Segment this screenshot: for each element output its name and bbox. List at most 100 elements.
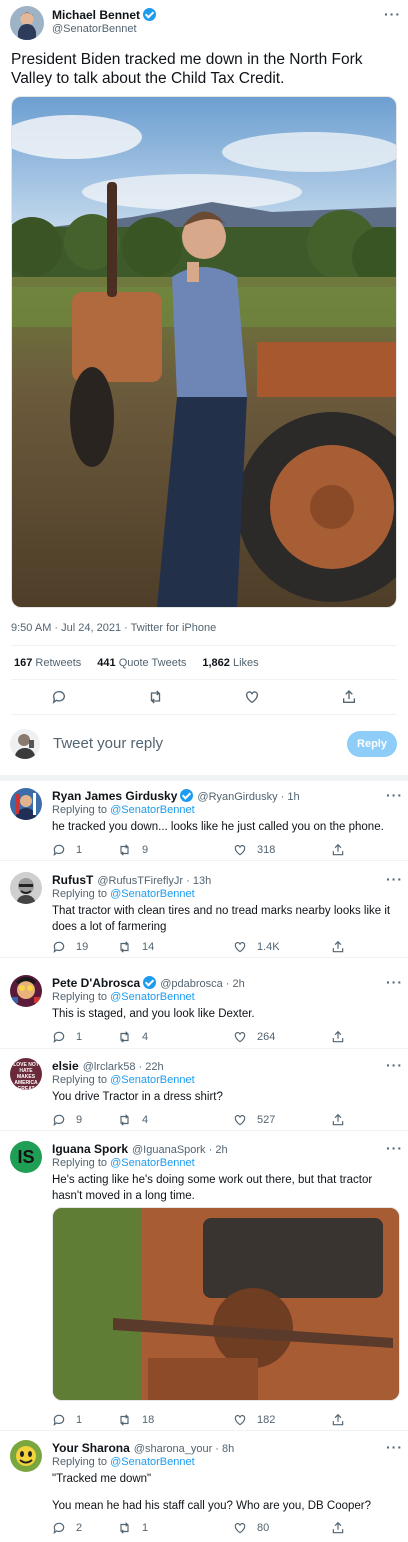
reply-icon — [52, 1413, 76, 1427]
reply-handle[interactable]: @RyanGirdusky · 1h — [197, 791, 299, 803]
replying-to-link[interactable]: @SenatorBennet — [110, 1456, 195, 1468]
like-action[interactable]: 182 — [233, 1413, 275, 1427]
reply-handle[interactable]: @IguanaSpork · 2h — [132, 1144, 228, 1156]
share-icon — [331, 1113, 355, 1127]
reply-action[interactable]: 1 — [52, 843, 82, 857]
retweet-count: 4 — [142, 1114, 149, 1126]
replying-to-prefix: Replying to — [52, 991, 111, 1003]
retweet-action[interactable]: 4 — [117, 1030, 148, 1044]
more-options-icon[interactable]: ··· — [386, 871, 403, 887]
reply-photo[interactable] — [52, 1207, 400, 1401]
like-action[interactable]: 318 — [233, 843, 275, 857]
retweet-action[interactable]: 1 — [117, 1521, 148, 1535]
reply-text: That tractor with clean tires and no tre… — [52, 905, 391, 933]
reply-header: Iguana Spork @IguanaSpork · 2h — [52, 1142, 228, 1156]
like-count: 318 — [257, 844, 276, 856]
likes-label: Likes — [232, 657, 259, 669]
reply-count: 1 — [76, 1031, 83, 1043]
like-action[interactable]: 80 — [233, 1521, 269, 1535]
retweet-count: 4 — [142, 1031, 149, 1043]
reply-header: Pete D'Abrosca @pdabrosca · 2h — [52, 976, 245, 990]
more-options-icon[interactable]: ··· — [386, 974, 403, 990]
replying-to: Replying to @SenatorBennet — [52, 1456, 195, 1468]
share-action[interactable] — [331, 940, 355, 954]
more-options-icon[interactable]: ··· — [386, 1439, 403, 1455]
reply-action[interactable]: 1 — [52, 1030, 82, 1044]
share-action[interactable] — [331, 1413, 355, 1427]
like-icon — [233, 1113, 257, 1127]
reply-author-name[interactable]: Ryan James Girdusky — [52, 789, 177, 803]
likes-stat[interactable]: 1,862 Likes — [202, 657, 258, 669]
reply-text: he tracked you down... looks like he jus… — [52, 821, 384, 833]
share-action[interactable] — [331, 1113, 355, 1127]
more-options-icon[interactable]: ··· — [386, 1140, 403, 1156]
reply-count: 19 — [76, 941, 89, 953]
verified-badge-icon — [143, 8, 157, 21]
replying-to: Replying to @SenatorBennet — [52, 1157, 195, 1169]
reply-avatar[interactable] — [10, 788, 42, 820]
reply-avatar[interactable]: IS — [10, 1141, 42, 1173]
reply-avatar[interactable] — [10, 1440, 42, 1472]
replying-to-link[interactable]: @SenatorBennet — [110, 991, 195, 1003]
reply-button[interactable]: Reply — [347, 731, 397, 757]
replying-to-link[interactable]: @SenatorBennet — [110, 804, 195, 816]
reply-handle[interactable]: @sharona_your · 8h — [134, 1443, 234, 1455]
like-action[interactable]: 264 — [233, 1030, 275, 1044]
section-divider — [0, 775, 408, 781]
reply-action[interactable]: 19 — [52, 940, 88, 954]
author-avatar[interactable] — [10, 6, 44, 40]
like-action[interactable]: 1.4K — [233, 940, 280, 954]
retweet-action[interactable]: 14 — [117, 940, 154, 954]
verified-badge-icon — [143, 976, 157, 989]
share-icon — [331, 1521, 355, 1535]
main-reply-icon[interactable] — [51, 689, 67, 710]
share-action[interactable] — [331, 1030, 355, 1044]
replying-to-link[interactable]: @SenatorBennet — [110, 888, 195, 900]
reply-action[interactable]: 2 — [52, 1521, 82, 1535]
retweet-action[interactable]: 18 — [117, 1413, 154, 1427]
reply-avatar[interactable] — [10, 872, 42, 904]
reply-handle[interactable]: @pdabrosca · 2h — [160, 978, 245, 990]
author-handle[interactable]: @SenatorBennet — [52, 23, 137, 35]
retweet-action[interactable]: 9 — [117, 843, 148, 857]
reply-handle[interactable]: @lrclark58 · 22h — [83, 1061, 164, 1073]
reply-author-name[interactable]: RufusT — [52, 873, 93, 887]
reply-author-name[interactable]: Pete D'Abrosca — [52, 976, 140, 990]
retweet-count: 9 — [142, 844, 149, 856]
avatar-logo-text: IS — [10, 1141, 42, 1173]
main-retweet-icon[interactable] — [147, 689, 164, 710]
reply-author-name[interactable]: Your Sharona — [52, 1441, 130, 1455]
main-like-icon[interactable] — [244, 689, 260, 710]
replying-to: Replying to @SenatorBennet — [52, 991, 195, 1003]
reply-avatar[interactable]: LOVE not hate MAKES AMERICA GREAT — [10, 1058, 42, 1090]
main-share-icon[interactable] — [341, 689, 357, 710]
reply-input[interactable]: Tweet your reply — [53, 735, 163, 752]
replying-to-link[interactable]: @SenatorBennet — [110, 1157, 195, 1169]
reply-action[interactable]: 1 — [52, 1413, 82, 1427]
reply-author-name[interactable]: Iguana Spork — [52, 1142, 128, 1156]
share-action[interactable] — [331, 843, 355, 857]
more-options-icon[interactable]: ··· — [384, 6, 401, 22]
reply-icon — [52, 1030, 76, 1044]
reply-icon — [52, 1521, 76, 1535]
avatar-sign-text: LOVE not hate MAKES AMERICA GREAT — [10, 1058, 42, 1090]
retweet-icon — [117, 1413, 142, 1427]
tweet-timestamp[interactable]: 9:50 AM · Jul 24, 2021 · Twitter for iPh… — [11, 622, 216, 634]
tweet-photo[interactable] — [11, 96, 397, 608]
reply-author-name[interactable]: elsie — [52, 1059, 79, 1073]
user-avatar — [10, 729, 40, 759]
reply-action[interactable]: 9 — [52, 1113, 82, 1127]
share-action[interactable] — [331, 1521, 355, 1535]
reply-handle[interactable]: @RufusTFireflyJr · 13h — [97, 875, 211, 887]
reply-avatar[interactable] — [10, 975, 42, 1007]
like-action[interactable]: 527 — [233, 1113, 275, 1127]
author-name[interactable]: Michael Bennet — [52, 8, 140, 22]
quotes-label: Quote Tweets — [118, 657, 187, 669]
quotes-stat[interactable]: 441 Quote Tweets — [97, 657, 186, 669]
like-icon — [233, 1521, 257, 1535]
retweets-stat[interactable]: 167 Retweets — [14, 657, 81, 669]
more-options-icon[interactable]: ··· — [386, 1057, 403, 1073]
replying-to-link[interactable]: @SenatorBennet — [110, 1074, 195, 1086]
retweet-action[interactable]: 4 — [117, 1113, 148, 1127]
more-options-icon[interactable]: ··· — [386, 787, 403, 803]
